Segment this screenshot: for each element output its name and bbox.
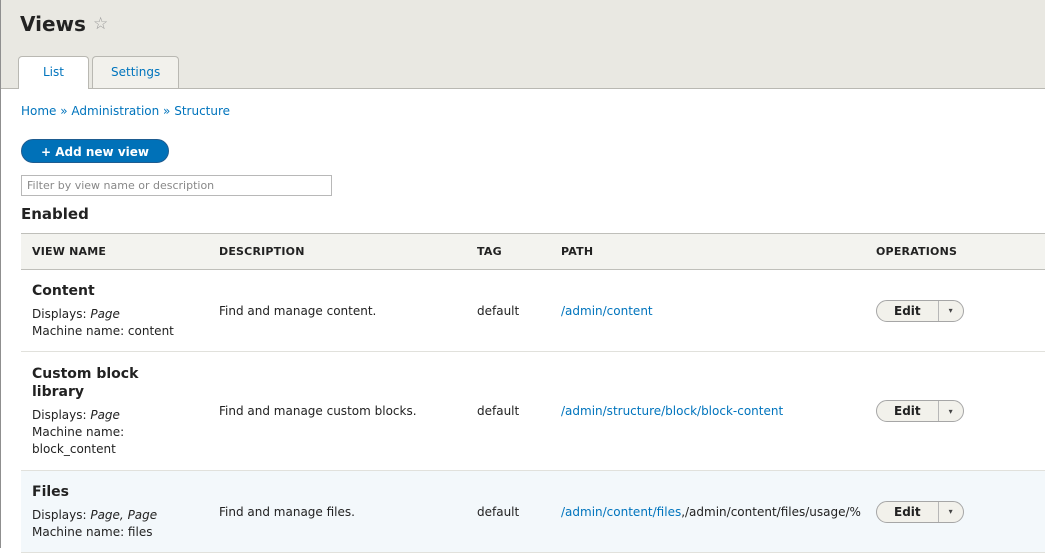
view-name: Content	[32, 282, 95, 299]
table-header: VIEW NAME DESCRIPTION TAG PATH OPERATION…	[21, 233, 1045, 270]
displays-value: Page	[90, 306, 120, 321]
breadcrumb-home[interactable]: Home	[21, 104, 56, 118]
add-new-view-button[interactable]: + Add new view	[21, 139, 169, 163]
view-operations: Edit ▾	[876, 299, 1045, 322]
breadcrumb-structure[interactable]: Structure	[174, 104, 230, 118]
view-machine-name: Machine name: content	[32, 323, 174, 338]
page-header: Views ☆ List Settings	[1, 0, 1045, 89]
breadcrumb-administration[interactable]: Administration	[71, 104, 159, 118]
table-row: Files Displays: Page, Page Machine name:…	[21, 471, 1045, 553]
operations-dropbutton: Edit ▾	[876, 400, 964, 422]
column-header-path: PATH	[561, 245, 594, 258]
breadcrumb-separator: »	[56, 104, 72, 118]
view-operations: Edit ▾	[876, 400, 1045, 422]
breadcrumb-separator: »	[159, 104, 175, 118]
table-row: Custom block library Displays: Page Mach…	[21, 352, 1045, 471]
view-name-cell: Content Displays: Page Machine name: con…	[21, 282, 219, 340]
filter-input[interactable]	[21, 175, 332, 196]
breadcrumb: Home » Administration » Structure	[21, 104, 230, 118]
view-machine-name: Machine name: files	[32, 524, 153, 539]
tab-settings[interactable]: Settings	[91, 56, 180, 88]
view-name-cell: Files Displays: Page, Page Machine name:…	[21, 483, 219, 541]
column-header-tag: TAG	[477, 245, 502, 258]
view-tag: default	[477, 504, 520, 519]
edit-button[interactable]: Edit	[877, 401, 939, 421]
displays-label: Displays:	[32, 507, 91, 522]
view-path: /admin/structure/block/block-content	[561, 404, 876, 418]
edit-button[interactable]: Edit	[877, 501, 939, 522]
column-header-description: DESCRIPTION	[219, 245, 305, 258]
view-name: Files	[32, 483, 69, 500]
edit-button[interactable]: Edit	[877, 300, 939, 321]
page-title-text: Views	[20, 12, 86, 36]
view-machine-name: Machine name: block_content	[32, 424, 125, 456]
section-title-enabled: Enabled	[21, 205, 89, 223]
displays-value: Page, Page	[90, 507, 158, 522]
displays-value: Page	[90, 407, 120, 422]
view-path-link[interactable]: /admin/structure/block/block-content	[561, 404, 783, 418]
chevron-down-icon[interactable]: ▾	[939, 502, 963, 522]
view-name: Custom block library	[32, 365, 139, 400]
view-tag: default	[477, 404, 520, 418]
view-name-cell: Custom block library Displays: Page Mach…	[21, 365, 219, 458]
operations-dropbutton: Edit ▾	[876, 500, 964, 523]
operations-dropbutton: Edit ▾	[876, 299, 964, 322]
view-displays: Displays: Page	[32, 407, 219, 424]
chevron-down-icon[interactable]: ▾	[939, 301, 963, 321]
column-header-view-name: VIEW NAME	[32, 245, 107, 258]
view-displays: Displays: Page	[32, 306, 219, 323]
views-table: VIEW NAME DESCRIPTION TAG PATH OPERATION…	[21, 233, 1045, 553]
displays-label: Displays:	[32, 306, 91, 321]
chevron-down-icon[interactable]: ▾	[939, 401, 963, 421]
page-title: Views ☆	[20, 12, 108, 36]
view-path-link[interactable]: /admin/content/files	[561, 505, 681, 519]
table-row: Content Displays: Page Machine name: con…	[21, 270, 1045, 352]
displays-label: Displays:	[32, 407, 91, 422]
view-path-link[interactable]: /admin/content	[561, 304, 653, 318]
star-icon[interactable]: ☆	[93, 14, 108, 34]
view-description: Find and manage custom blocks.	[219, 404, 417, 418]
view-description: Find and manage files.	[219, 504, 355, 519]
view-description: Find and manage content.	[219, 303, 377, 318]
view-path-extra: ,/admin/content/files/usage/%	[681, 504, 861, 519]
view-path: /admin/content/files,/admin/content/file…	[561, 505, 876, 519]
view-path: /admin/content	[561, 304, 876, 318]
view-operations: Edit ▾	[876, 500, 1045, 523]
tab-list[interactable]: List	[18, 56, 89, 89]
column-header-operations: OPERATIONS	[876, 245, 958, 258]
primary-tabs: List Settings	[18, 56, 182, 89]
view-tag: default	[477, 303, 520, 318]
view-displays: Displays: Page, Page	[32, 507, 219, 524]
